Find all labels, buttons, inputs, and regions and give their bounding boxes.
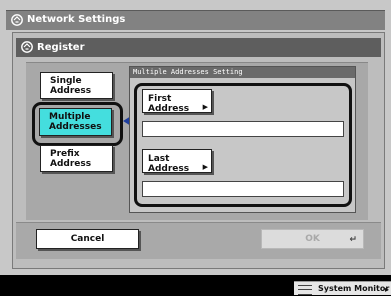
- first-address-label: First Address: [148, 94, 190, 114]
- window-title: Network Settings: [27, 14, 126, 25]
- multiple-addresses-label-line2: Addresses: [49, 122, 102, 132]
- dialog-title: Register: [37, 42, 85, 53]
- single-address-label-line1: Single: [50, 76, 82, 86]
- cancel-button[interactable]: Cancel: [36, 229, 139, 249]
- prefix-address-label-line1: Prefix: [50, 149, 80, 159]
- single-address-label-line2: Address: [50, 86, 92, 96]
- system-monitor-button[interactable]: System Monitor ▸: [294, 281, 391, 295]
- last-address-field[interactable]: [142, 181, 344, 197]
- system-monitor-label: System Monitor: [318, 284, 390, 293]
- last-address-button[interactable]: Last Address ▶: [142, 149, 212, 174]
- caret-right-icon: ▸: [384, 285, 389, 294]
- prefix-address-label-line2: Address: [50, 159, 92, 169]
- multiple-addresses-label-line1: Multiple: [49, 112, 91, 122]
- prefix-address-button[interactable]: Prefix Address: [40, 145, 113, 172]
- single-address-button[interactable]: Single Address: [40, 72, 113, 99]
- ok-label: OK: [305, 234, 320, 244]
- arrow-right-icon: ▶: [202, 103, 208, 111]
- last-address-label: Last Address: [148, 154, 190, 174]
- monitor-lines-icon: [298, 285, 312, 295]
- first-address-field[interactable]: [142, 121, 344, 137]
- multiple-addresses-button[interactable]: Multiple Addresses: [39, 108, 112, 136]
- network-settings-icon: [11, 14, 23, 26]
- ok-button[interactable]: OK ↵: [261, 229, 364, 249]
- return-icon: ↵: [349, 235, 357, 245]
- panel-header: Multiple Addresses Setting: [130, 67, 355, 78]
- arrow-right-icon: ▶: [202, 163, 208, 171]
- register-icon: [21, 41, 33, 53]
- first-address-button[interactable]: First Address ▶: [142, 89, 212, 114]
